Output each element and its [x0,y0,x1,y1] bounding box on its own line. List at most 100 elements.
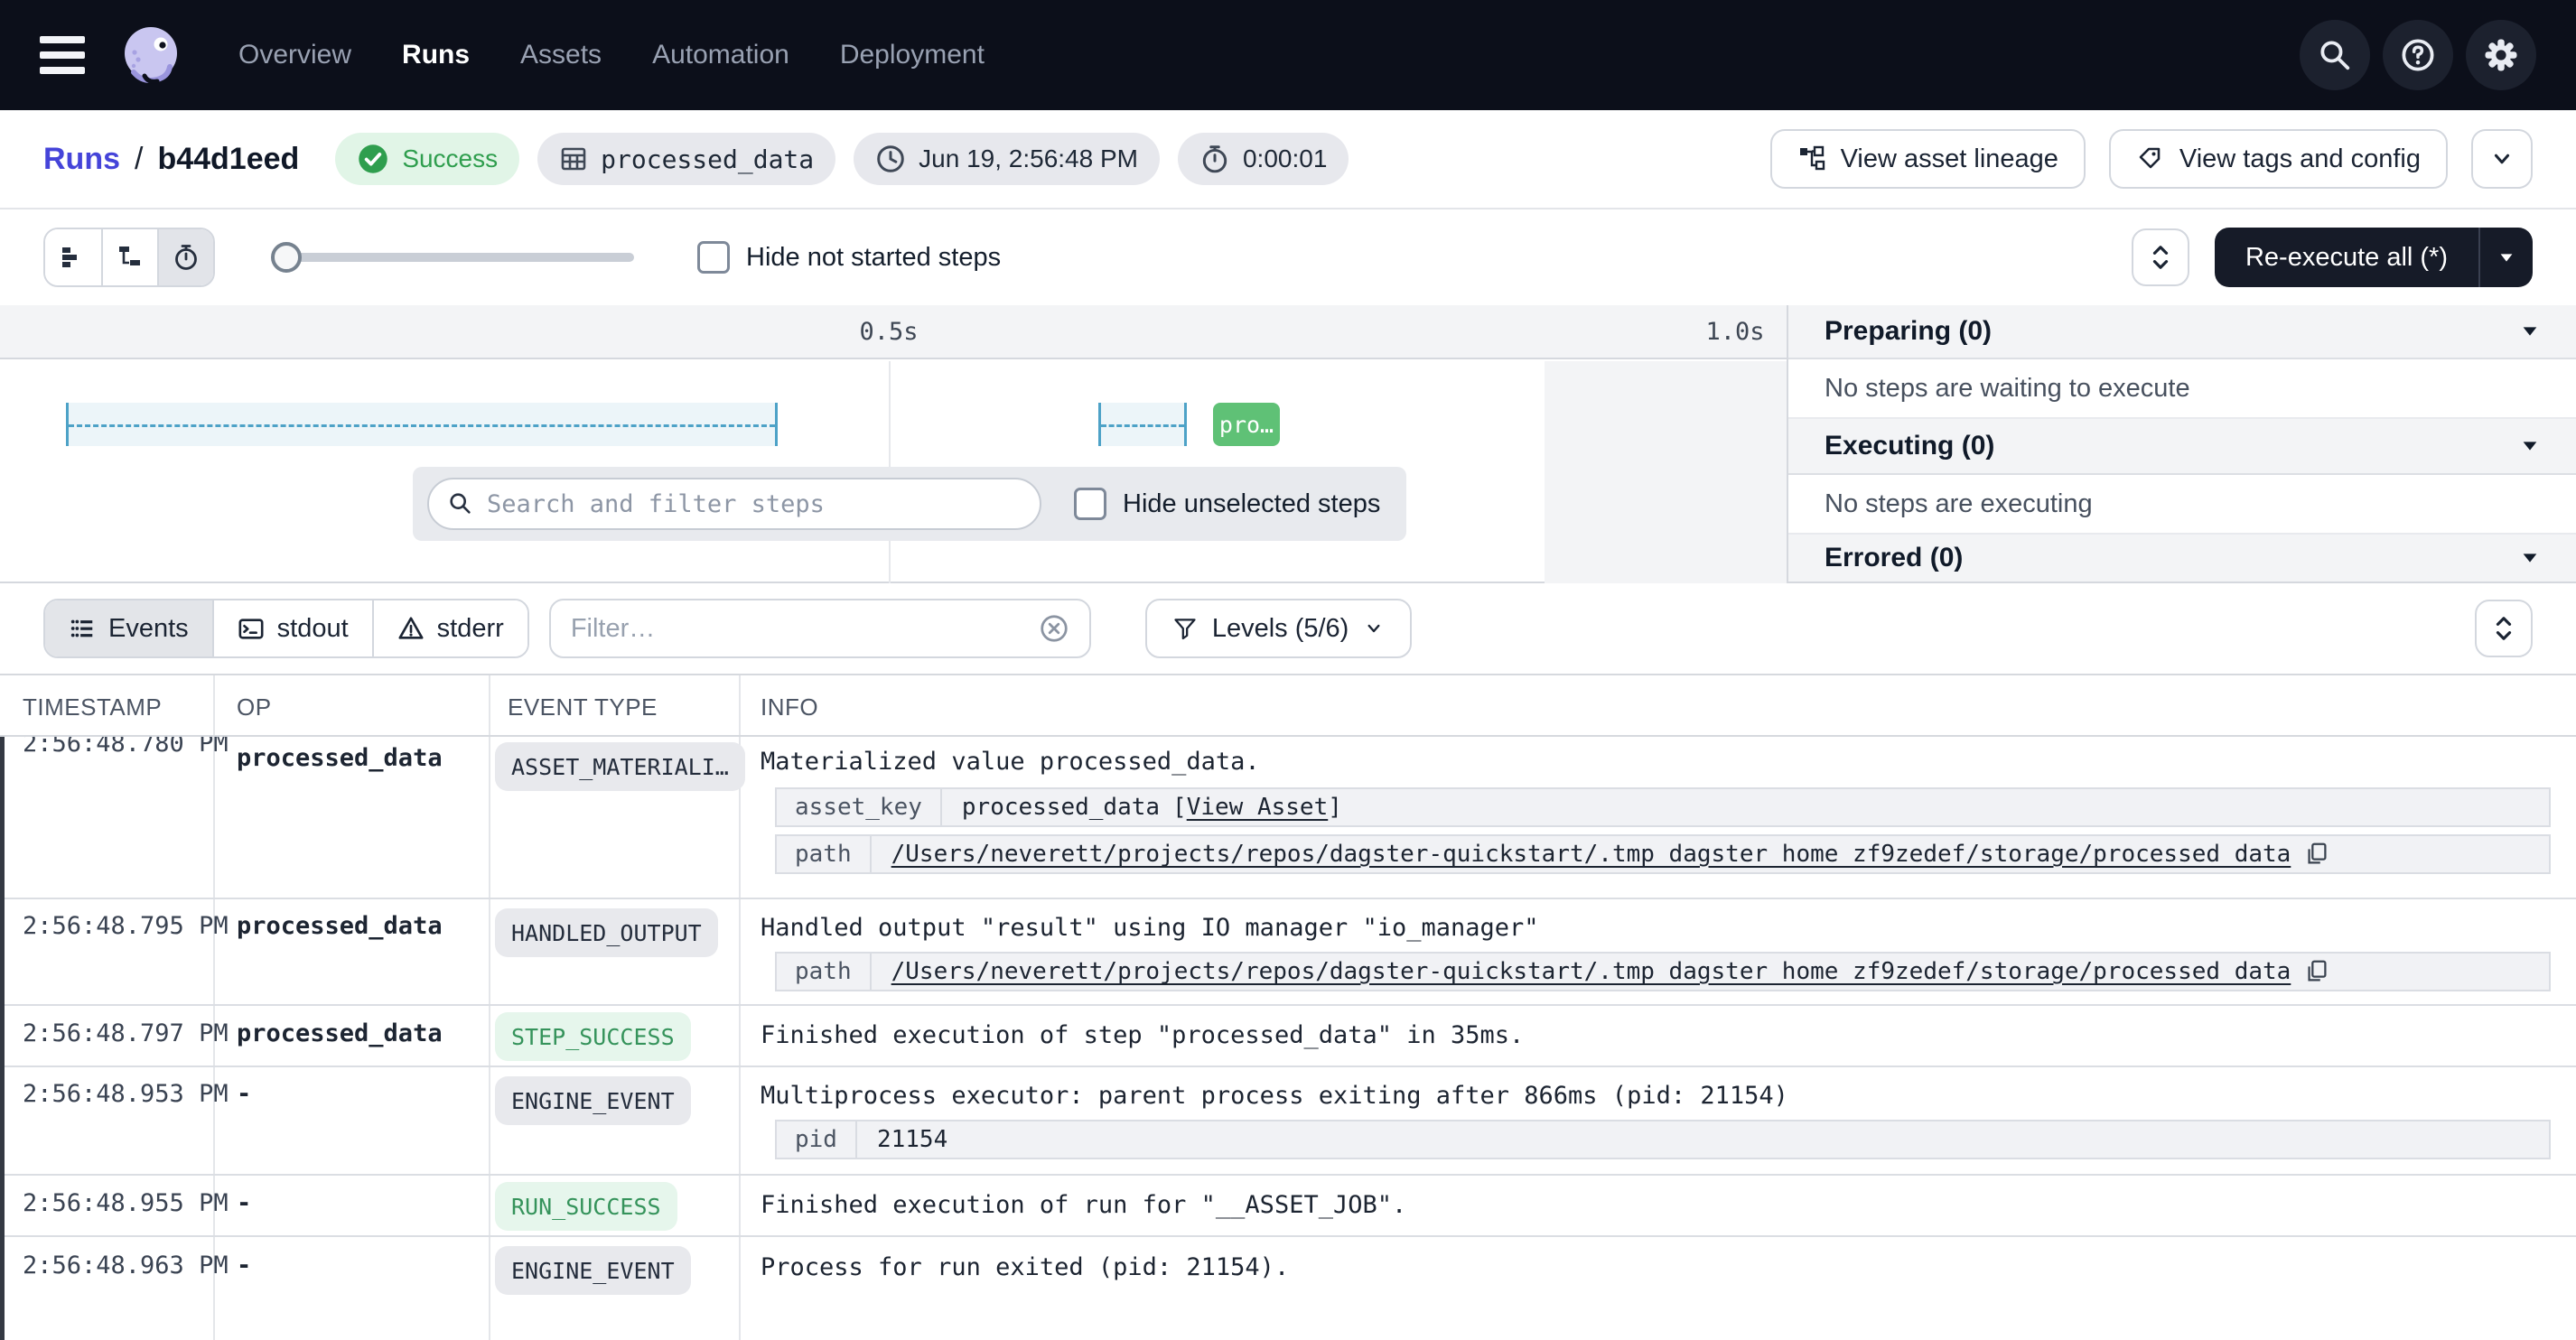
copy-icon[interactable] [2303,958,2330,985]
reexecute-all-button[interactable]: Re-execute all (*) [2215,228,2478,287]
tab-stdout[interactable]: stdout [212,600,372,656]
start-time-badge: Jun 19, 2:56:48 PM [854,133,1160,185]
up-down-chevrons-icon [2148,243,2173,272]
gantt-expand-button[interactable] [2132,228,2189,286]
hide-unselected-checkbox[interactable] [1074,488,1106,520]
event-op: - [237,1252,251,1280]
settings-button[interactable] [2466,20,2536,90]
metadata-row-path: path /Users/neverett/projects/repos/dags… [775,952,2551,991]
metadata-value: /Users/neverett/projects/repos/dagster-q… [872,836,2351,872]
log-filter-box[interactable] [549,599,1091,658]
up-down-chevrons-icon [2491,614,2516,643]
col-event-type: EVENT TYPE [508,693,658,721]
event-info: Finished execution of run for "__ASSET_J… [761,1191,1406,1219]
reexecute-all-label: Re-execute all (*) [2245,243,2448,273]
zoom-slider[interactable] [273,242,634,273]
nav-item-automation[interactable]: Automation [652,40,789,70]
duration-label: 0:00:01 [1243,144,1327,173]
chevron-down-icon [1363,618,1385,639]
nav-item-assets[interactable]: Assets [520,40,602,70]
event-type-badge: HANDLED_OUTPUT [495,908,718,957]
nav-item-deployment[interactable]: Deployment [840,40,985,70]
caret-down-icon[interactable] [2520,436,2540,456]
hamburger-menu-icon[interactable] [40,36,85,74]
flat-view-button[interactable] [45,229,101,285]
event-type-badge: ENGINE_EVENT [495,1076,691,1125]
gantt-overflow-zone [1545,361,1787,583]
step-success-bar[interactable]: pro… [1213,403,1280,446]
run-badges: Success processed_data Jun 19, 2:56:48 P… [335,133,1349,185]
hide-not-started-checkbox-group[interactable]: Hide not started steps [697,241,1001,274]
help-icon [2400,37,2436,73]
clock-icon [875,144,906,174]
reexecute-dropdown-button[interactable] [2478,228,2533,287]
slider-track[interactable] [273,253,634,262]
dagster-run-page: Overview Runs Assets Automation Deployme… [0,0,2576,1340]
event-timestamp: 2:56:48.963 PM [23,1252,229,1280]
log-filter-input[interactable] [571,614,1039,644]
path-link[interactable]: /Users/neverett/projects/repos/dagster-q… [891,841,2291,868]
hide-unselected-checkbox-group[interactable]: Hide unselected steps [1074,488,1380,520]
dagster-logo[interactable] [121,25,181,85]
breadcrumb-separator: / [135,142,143,177]
step-search-box[interactable] [427,478,1041,530]
path-link[interactable]: /Users/neverett/projects/repos/dagster-q… [891,958,2291,985]
caret-down-icon[interactable] [2520,548,2540,568]
step-search-input[interactable] [487,490,1022,518]
event-row: 2:56:48.797 PM processed_data STEP_SUCCE… [0,1006,2576,1067]
nav-item-overview[interactable]: Overview [238,40,351,70]
stopwatch-icon [172,243,201,272]
executing-title: Executing (0) [1825,431,1994,461]
errored-section-header[interactable]: Errored (0) [1788,535,2576,582]
step-waiting-bar-short[interactable] [1098,403,1187,446]
levels-dropdown-button[interactable]: Levels (5/6) [1145,599,1413,658]
tab-stderr-label: stderr [437,614,504,644]
nav-item-runs[interactable]: Runs [402,40,470,70]
search-icon [447,490,474,517]
preparing-title: Preparing (0) [1825,316,1992,347]
view-asset-lineage-button[interactable]: View asset lineage [1770,129,2086,189]
search-button[interactable] [2300,20,2370,90]
step-waiting-bar-long[interactable] [66,403,778,446]
event-timestamp: 2:56:48.780 PM [23,737,229,758]
run-header: Runs / b44d1eed Success proc [0,110,2576,209]
errored-title: Errored (0) [1825,543,1963,573]
preparing-section-header[interactable]: Preparing (0) [1788,305,2576,359]
waterfall-gantt-icon [116,243,145,272]
event-row: 2:56:48.955 PM - RUN_SUCCESS Finished ex… [0,1176,2576,1237]
caret-down-icon[interactable] [2520,321,2540,341]
copy-icon[interactable] [2303,841,2330,868]
log-expand-button[interactable] [2475,600,2533,657]
event-timestamp: 2:56:48.797 PM [23,1019,229,1047]
executing-section-header[interactable]: Executing (0) [1788,419,2576,475]
header-more-button[interactable] [2471,129,2533,189]
preparing-section-body: No steps are waiting to execute [1788,359,2576,419]
event-timestamp: 2:56:48.955 PM [23,1189,229,1217]
col-timestamp: TIMESTAMP [23,693,162,721]
breadcrumb-runs-link[interactable]: Runs [43,142,120,177]
view-tags-config-button[interactable]: View tags and config [2109,129,2448,189]
view-asset-link[interactable]: View Asset [1187,794,1329,821]
gantt-time-axis: 0.5s 1.0s [0,305,1787,359]
asset-badge[interactable]: processed_data [537,133,835,185]
hide-not-started-checkbox[interactable] [697,241,730,274]
bracket: [ [1172,794,1187,821]
caret-down-icon [2497,247,2516,267]
event-op: - [237,1080,251,1108]
status-badge: Success [335,133,519,185]
tab-stderr[interactable]: stderr [372,600,527,656]
steps-status-panel: Preparing (0) No steps are waiting to ex… [1787,305,2576,582]
timer-icon [1199,144,1230,174]
waterfall-view-button[interactable] [101,229,157,285]
gantt-view-segmented-control [43,228,215,287]
left-scrollbar[interactable] [0,737,5,1340]
tab-events[interactable]: Events [45,600,212,656]
help-button[interactable] [2383,20,2453,90]
metadata-key: path [777,836,872,872]
timed-view-button[interactable] [157,229,213,285]
octopus-logo-icon [121,25,181,85]
search-icon [2318,38,2352,72]
clear-filter-icon[interactable] [1039,613,1069,644]
slider-thumb[interactable] [271,242,302,273]
event-type-badge: ENGINE_EVENT [495,1246,691,1295]
